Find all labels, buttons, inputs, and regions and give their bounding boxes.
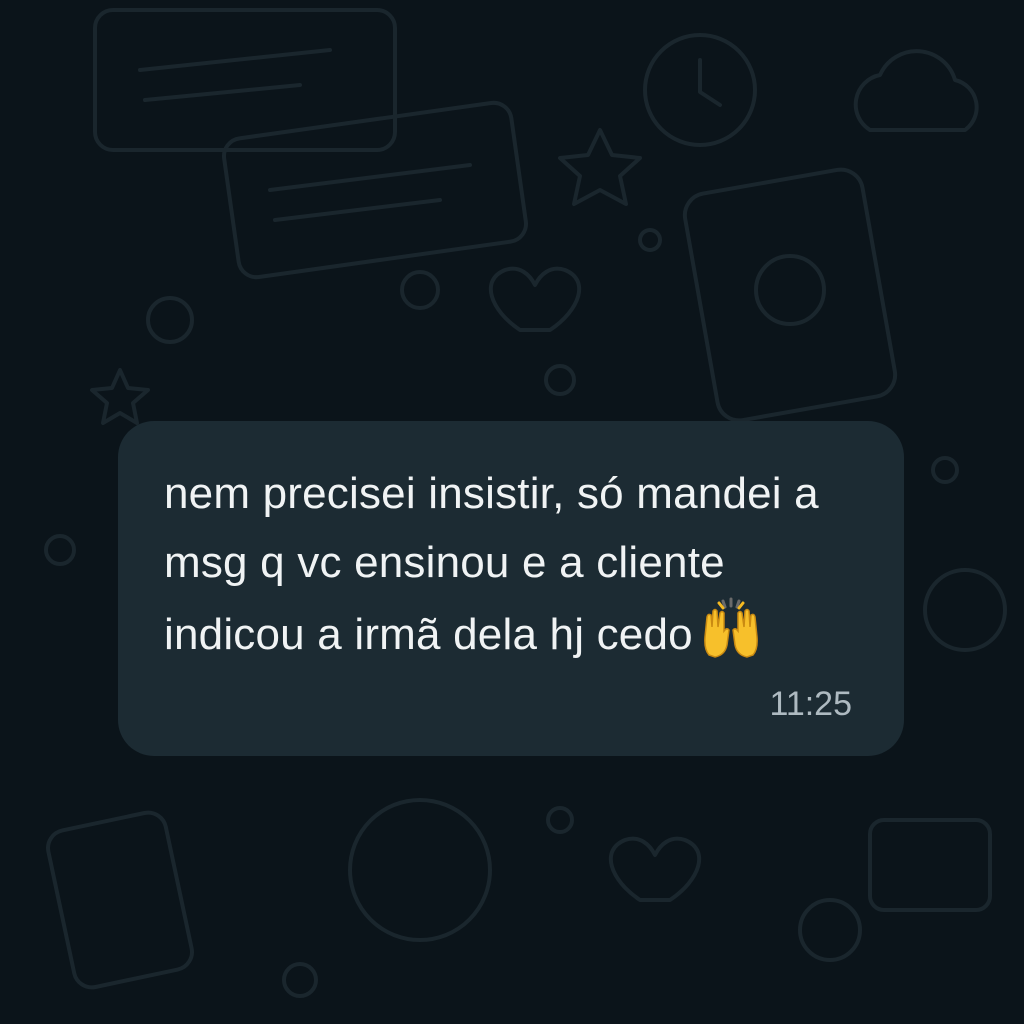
incoming-message-bubble[interactable]: nem precisei insistir, só mandei a msg q… bbox=[118, 421, 904, 756]
raising-hands-icon bbox=[699, 597, 763, 669]
message-text: nem precisei insistir, só mandei a msg q… bbox=[164, 459, 844, 669]
message-timestamp: 11:25 bbox=[769, 685, 852, 723]
chat-background: nem precisei insistir, só mandei a msg q… bbox=[0, 0, 1024, 1024]
